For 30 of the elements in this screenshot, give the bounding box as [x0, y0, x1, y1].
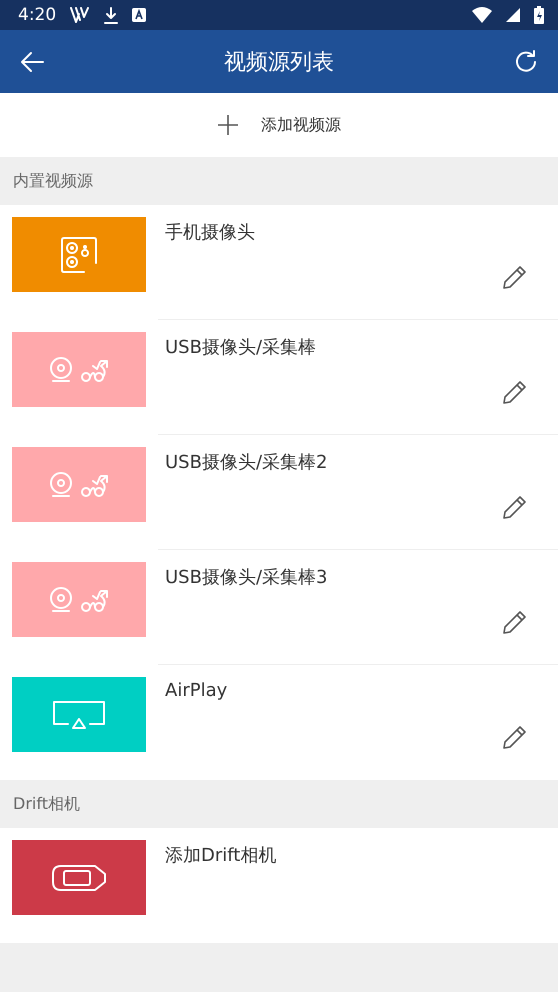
- webcam-icon: [49, 356, 73, 382]
- edit-button[interactable]: [502, 379, 528, 405]
- source-title[interactable]: USB摄像头/采集棒3: [165, 565, 328, 589]
- signal-icon: [506, 8, 520, 22]
- refresh-button[interactable]: [514, 50, 538, 74]
- edit-button[interactable]: [502, 724, 528, 750]
- webcam-icon: [49, 586, 73, 612]
- download-icon: [104, 6, 118, 24]
- edit-button[interactable]: [502, 609, 528, 635]
- back-button[interactable]: [20, 50, 44, 72]
- action-camera-icon: [51, 864, 107, 892]
- plus-icon: [217, 114, 239, 136]
- v-logo-icon: [70, 7, 90, 23]
- source-title[interactable]: 添加Drift相机: [165, 843, 276, 867]
- page-title: 视频源列表: [223, 48, 335, 76]
- section-header: Drift相机: [13, 794, 80, 814]
- status-time: 4:20: [18, 5, 56, 25]
- keyboard-a-icon: [132, 8, 146, 22]
- wifi-icon: [472, 7, 492, 23]
- section-header: 内置视频源: [13, 170, 93, 192]
- source-title[interactable]: AirPlay: [165, 680, 228, 701]
- source-title[interactable]: 手机摄像头: [165, 220, 255, 244]
- airplay-icon: [52, 700, 106, 730]
- edit-button[interactable]: [502, 264, 528, 290]
- webcam-icon: [49, 472, 73, 498]
- source-title[interactable]: USB摄像头/采集棒2: [165, 450, 328, 474]
- battery-icon: [534, 6, 544, 24]
- edit-button[interactable]: [502, 494, 528, 520]
- camera-module-icon: [60, 236, 98, 272]
- source-title[interactable]: USB摄像头/采集棒: [165, 335, 316, 359]
